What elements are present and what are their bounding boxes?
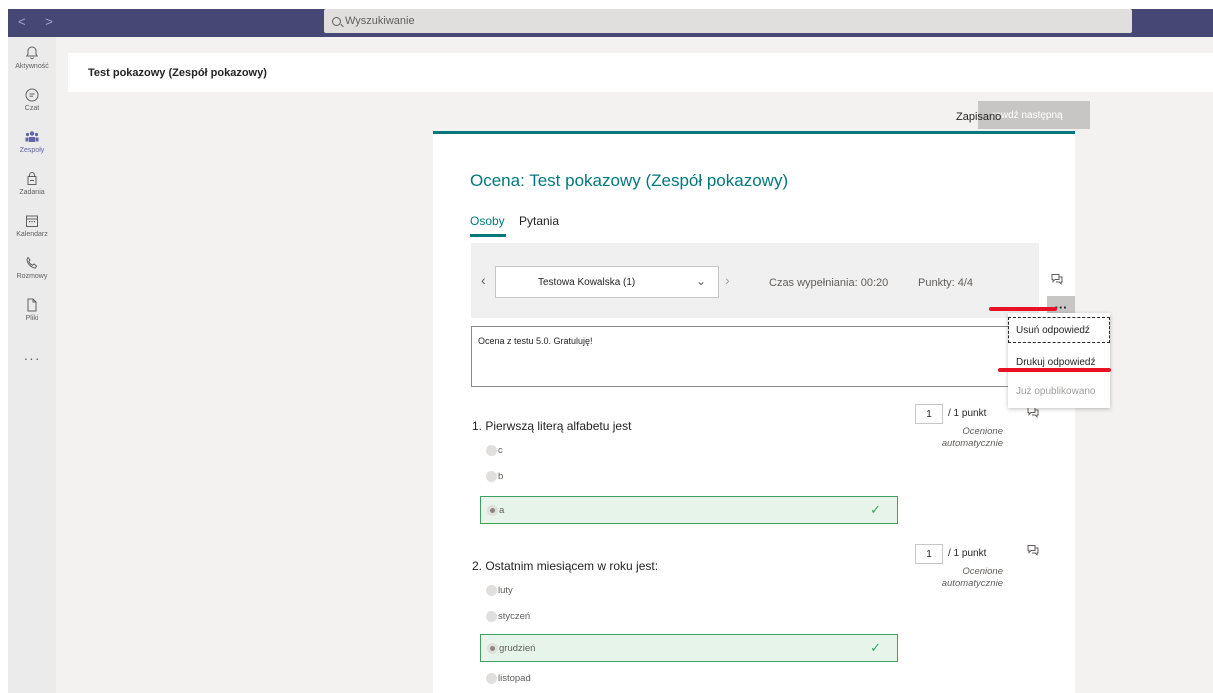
search-placeholder: Wyszukiwanie — [345, 15, 415, 27]
correct-answer-box: grudzień ✓ — [480, 634, 898, 662]
option-label: listopad — [498, 673, 531, 684]
auto-graded-label: Ocenione automatycznie — [941, 426, 1003, 449]
score-input[interactable]: 1 — [915, 544, 943, 564]
teams-window: < > Wyszukiwanie Aktywność Czat Zespoły … — [8, 9, 1213, 693]
radio-button — [486, 611, 497, 622]
app-rail: Aktywność Czat Zespoły Zadania Kalendarz… — [8, 37, 56, 693]
rail-label-teams: Zespoły — [19, 147, 45, 154]
assignments-icon — [27, 172, 37, 185]
rail-item-files[interactable]: Pliki — [8, 297, 56, 322]
radio-button — [486, 445, 497, 456]
teams-icon — [25, 131, 39, 142]
completion-time: Czas wypełniania: 00:20 — [769, 277, 889, 289]
phone-icon — [26, 256, 38, 269]
question-2: 2. Ostatnim miesiącem w roku jest: luty … — [472, 559, 898, 684]
search-icon — [332, 16, 341, 26]
rail-label-chat: Czat — [24, 105, 40, 112]
annotation-underline — [998, 368, 1111, 372]
max-points: / 1 punkt — [948, 408, 987, 419]
rail-label-calls: Rozmowy — [16, 273, 48, 280]
feedback-textarea[interactable]: Ocena z testu 5.0. Gratuluję! — [471, 326, 1029, 387]
card-title: Ocena: Test pokazowy (Zespół pokazowy) — [470, 171, 789, 190]
option-label: luty — [498, 585, 513, 596]
answer-option: b — [486, 471, 503, 482]
radio-button-selected — [487, 643, 498, 654]
option-label: grudzień — [499, 643, 536, 654]
menu-item-delete-response[interactable]: Usuń odpowiedź — [1008, 317, 1110, 343]
checkmark-icon: ✓ — [870, 502, 881, 517]
rail-item-chat[interactable]: Czat — [8, 87, 56, 112]
correct-answer-box: a ✓ — [480, 496, 898, 524]
tab-people[interactable]: Osoby — [470, 214, 505, 228]
rail-label-calendar: Kalendarz — [16, 231, 48, 238]
question-title: 1. Pierwszą literą alfabetu jest — [472, 419, 632, 433]
answer-option: styczeń — [486, 611, 530, 622]
auto-graded-label: Ocenione automatycznie — [941, 566, 1003, 589]
rail-item-activity[interactable]: Aktywność — [8, 45, 56, 70]
answer-option: c — [486, 445, 503, 456]
rail-label-assignments: Zadania — [19, 189, 45, 196]
tab-questions[interactable]: Pytania — [519, 214, 559, 228]
previous-respondent-button[interactable]: ‹ — [481, 272, 486, 288]
history-nav-arrows[interactable]: < > — [18, 14, 61, 29]
chevron-down-icon: ⌄ — [695, 274, 706, 288]
channel-header: Test pokazowy (Zespół pokazowy) — [68, 53, 1213, 92]
next-respondent-button[interactable]: › — [725, 272, 730, 288]
comment-icon[interactable] — [1026, 543, 1040, 557]
respondent-toolbar: ‹ Testowa Kowalska (1) ⌄ › Czas wypełnia… — [471, 243, 1075, 318]
max-points: / 1 punkt — [948, 548, 987, 559]
option-label: styczeń — [498, 611, 531, 622]
active-tab-indicator — [470, 234, 506, 237]
radio-button — [486, 471, 497, 482]
rail-label-activity: Aktywność — [15, 63, 49, 70]
chat-icon — [25, 88, 39, 102]
respondent-select[interactable]: Testowa Kowalska (1) ⌄ — [495, 266, 719, 298]
option-label: b — [498, 471, 504, 482]
radio-button — [486, 673, 497, 684]
total-points: Punkty: 4/4 — [918, 277, 974, 289]
score-input[interactable]: 1 — [915, 404, 943, 424]
option-label: a — [499, 505, 505, 516]
comment-icon[interactable] — [1050, 272, 1064, 286]
question-title: 2. Ostatnim miesiącem w roku jest: — [472, 559, 659, 573]
answer-option: luty — [486, 585, 513, 596]
question-1: 1. Pierwszą literą alfabetu jest c b a ✓ — [472, 419, 898, 524]
more-options-menu: Usuń odpowiedź Drukuj odpowiedź Już opub… — [1008, 313, 1110, 408]
rail-label-files: Pliki — [25, 315, 39, 322]
radio-button-selected — [487, 505, 498, 516]
calendar-icon — [26, 215, 38, 227]
rail-item-assignments[interactable]: Zadania — [8, 171, 56, 196]
menu-item-already-published: Już opublikowano — [1016, 385, 1096, 397]
answer-option-selected: grudzień — [487, 643, 535, 654]
bell-icon — [25, 46, 39, 60]
answer-option: listopad — [486, 673, 531, 684]
annotation-underline — [989, 307, 1057, 311]
more-apps-button[interactable]: ··· — [8, 350, 56, 366]
page-title: Test pokazowy (Zespół pokazowy) — [88, 67, 267, 79]
rail-item-calendar[interactable]: Kalendarz — [8, 213, 56, 238]
title-bar: < > Wyszukiwanie — [8, 9, 1213, 37]
respondent-name: Testowa Kowalska (1) — [538, 276, 636, 288]
checkmark-icon: ✓ — [870, 640, 881, 655]
option-label: c — [498, 445, 503, 456]
search-input[interactable]: Wyszukiwanie — [324, 9, 1132, 33]
rail-item-calls[interactable]: Rozmowy — [8, 255, 56, 280]
saved-status: Zapisano — [956, 111, 1002, 123]
radio-button — [486, 585, 497, 596]
file-icon — [27, 298, 37, 312]
rail-item-teams[interactable]: Zespoły — [8, 129, 56, 154]
answer-option-selected: a — [487, 505, 504, 516]
